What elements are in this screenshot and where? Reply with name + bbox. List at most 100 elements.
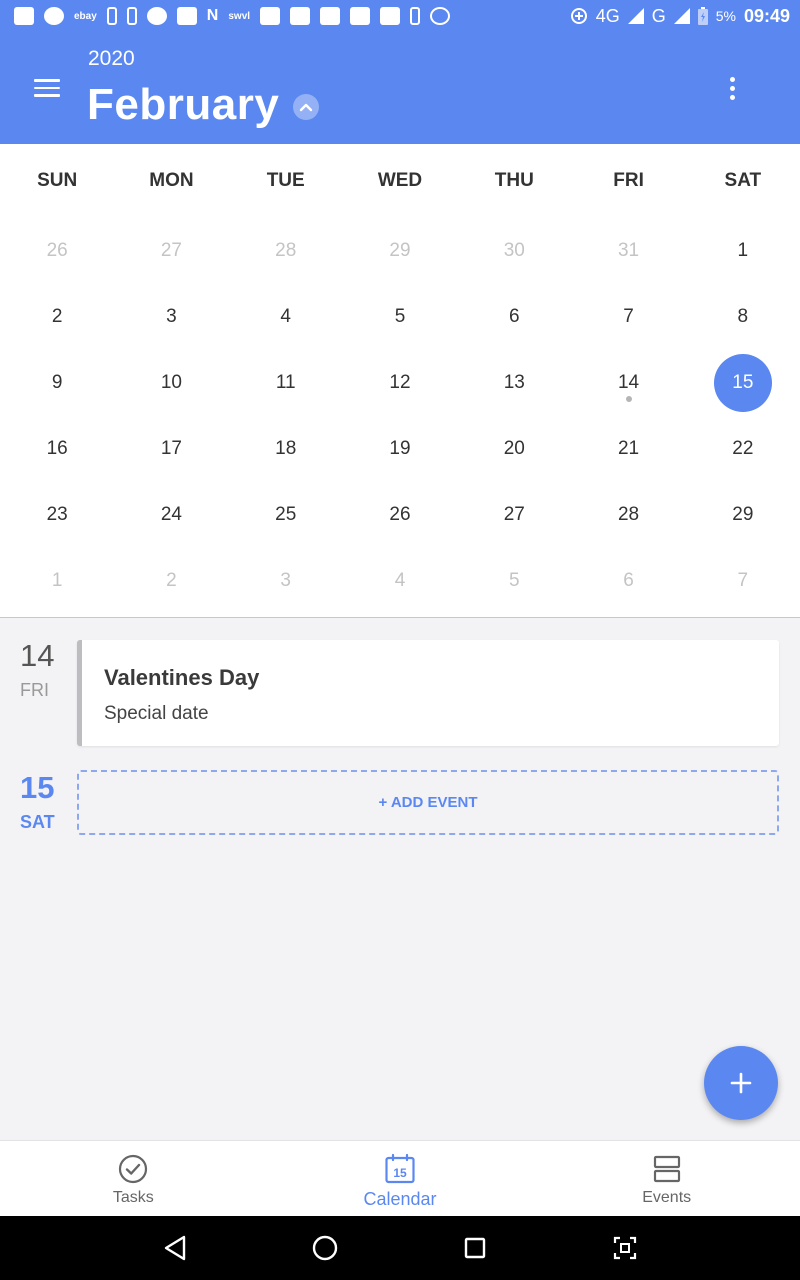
youtube-icon [290,7,311,25]
calendar-day[interactable]: 11 [229,350,343,416]
calendar-day[interactable]: 12 [343,350,457,416]
calendar-day[interactable]: 1 [0,548,114,614]
day-number: 16 [46,438,68,459]
calendar-day[interactable]: 9 [0,350,114,416]
plus-icon [730,1072,752,1094]
day-number: 10 [160,372,182,393]
chevron-up-icon[interactable] [293,94,320,120]
calendar-day[interactable]: 30 [457,218,571,284]
signal-icon [627,8,644,24]
youtube-icon [350,7,371,25]
calendar-day[interactable]: 19 [343,416,457,482]
calendar-day[interactable]: 26 [0,218,114,284]
calendar-day[interactable]: 18 [229,416,343,482]
nav-events-label: Events [642,1189,692,1206]
calendar-day[interactable]: 6 [457,284,571,350]
system-status: 4G G 5% 09:49 [570,6,790,27]
calendar-day[interactable]: 5 [343,284,457,350]
youtube-icon [320,7,341,25]
calendar-day[interactable]: 29 [686,482,800,548]
whatsapp-icon [14,7,34,25]
nav-tasks[interactable]: Tasks [0,1141,267,1216]
add-event-button[interactable]: + ADD EVENT [77,770,779,835]
calendar-day[interactable]: 16 [0,416,114,482]
calendar-day[interactable]: 22 [686,416,800,482]
calendar-day[interactable]: 29 [343,218,457,284]
more-options-button[interactable] [716,70,748,106]
calendar-day[interactable]: 23 [0,482,114,548]
calendar-day[interactable]: 31 [571,218,685,284]
calendar-day[interactable]: 28 [229,218,343,284]
calendar-day-selected[interactable]: 15 [686,350,800,416]
month-selector[interactable]: February [87,80,320,130]
weekday-header: SUN MON TUE WED THU FRI SAT [0,144,800,218]
check-circle-icon [118,1153,148,1185]
app-bar: 2020 February [0,32,800,144]
battery-charging-icon [697,7,708,25]
screenshot-button[interactable] [605,1228,645,1268]
calendar-day[interactable]: 6 [571,548,685,614]
day-number: 18 [275,438,297,459]
n-icon: N [206,7,219,24]
weekday-label: FRI [613,170,644,191]
menu-button[interactable] [26,70,68,106]
calendar-day[interactable]: 3 [114,284,228,350]
agenda-day-number: 15 [20,770,55,805]
ebay-icon: ebay [74,10,97,22]
weekday-label: MON [149,170,194,191]
home-button[interactable] [305,1228,345,1268]
free-icon [430,7,451,25]
calendar-day[interactable]: 24 [114,482,228,548]
day-number: 5 [394,306,406,327]
calendar-day[interactable]: 5 [457,548,571,614]
weekday-label: TUE [266,170,305,191]
event-subtitle: Special date [104,703,209,724]
calendar-day[interactable]: 4 [343,548,457,614]
calendar-day[interactable]: 25 [229,482,343,548]
back-button[interactable] [155,1228,195,1268]
nav-calendar-label: Calendar [363,1189,437,1209]
calendar-day[interactable]: 21 [571,416,685,482]
day-number: 30 [503,240,525,261]
image-icon [176,7,197,25]
day-number: 7 [623,306,634,327]
agenda-day-name: SAT [20,812,55,832]
day-number: 11 [275,372,296,393]
signal-icon [673,8,690,24]
nav-events[interactable]: Events [533,1141,800,1216]
calendar-day[interactable]: 7 [686,548,800,614]
event-card[interactable]: Valentines Day Special date [77,640,779,746]
calendar-day[interactable]: 2 [0,284,114,350]
day-number: 4 [280,306,291,327]
data-saver-icon [570,8,587,24]
nav-calendar[interactable]: 15 Calendar [267,1141,534,1216]
calendar-day[interactable]: 8 [686,284,800,350]
weekday-label: SUN [37,170,78,191]
calendar-day[interactable]: 28 [571,482,685,548]
calendar-day[interactable]: 14 [571,350,685,416]
calendar-day[interactable]: 17 [114,416,228,482]
weekday-label: SAT [724,170,762,191]
calendar-day[interactable]: 10 [114,350,228,416]
calendar-day[interactable]: 13 [457,350,571,416]
calendar-day[interactable]: 27 [457,482,571,548]
day-number: 2 [166,570,177,591]
day-number: 29 [389,240,411,261]
calendar-day[interactable]: 26 [343,482,457,548]
add-fab-button[interactable] [704,1046,778,1120]
day-number: 7 [737,570,749,591]
day-number: 24 [160,504,182,525]
calendar-day[interactable]: 20 [457,416,571,482]
day-number: 31 [617,240,640,261]
day-number: 23 [46,504,68,525]
recents-button[interactable] [455,1228,495,1268]
calendar-day[interactable]: 2 [114,548,228,614]
calendar-day[interactable]: 4 [229,284,343,350]
agenda-date-today: 15 SAT [20,770,70,833]
calendar-day[interactable]: 1 [686,218,800,284]
day-number: 28 [275,240,297,261]
calendar-day[interactable]: 3 [229,548,343,614]
calendar-day[interactable]: 27 [114,218,228,284]
calendar-day[interactable]: 7 [571,284,685,350]
more-vert-icon [729,76,735,82]
